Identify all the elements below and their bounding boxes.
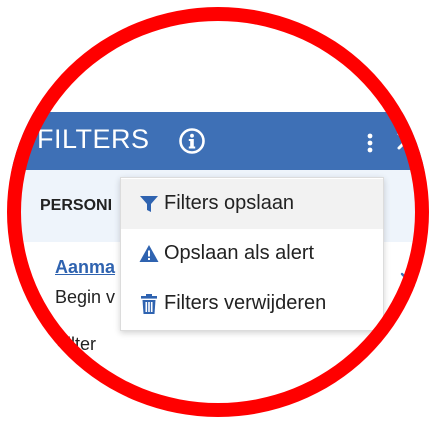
filters-dropdown-menu: Filters opslaan Opslaan als alert Filter…	[120, 177, 384, 331]
menu-item-delete-filters[interactable]: Filters verwijderen	[121, 279, 383, 329]
filter-label: Filter	[56, 334, 96, 354]
magnified-region: FILTERS PERSONI Aanma Begin v Filter Fil…	[7, 7, 429, 417]
screenshot-frame: FILTERS PERSONI Aanma Begin v Filter Fil…	[0, 0, 438, 428]
close-icon[interactable]	[394, 129, 418, 153]
panel-title: FILTERS	[37, 124, 150, 154]
menu-item-save-filters[interactable]: Filters opslaan	[121, 179, 383, 229]
filter-funnel-icon	[140, 196, 158, 212]
filters-panel-header: FILTERS	[7, 112, 429, 170]
filter-item-description: Begin v	[55, 287, 116, 307]
section-title: PERSONI	[40, 197, 113, 214]
trash-icon	[141, 294, 157, 314]
remove-filter-icon[interactable]	[398, 270, 418, 290]
menu-item-save-as-alert[interactable]: Opslaan als alert	[121, 229, 383, 279]
menu-item-label: Opslaan als alert	[164, 242, 315, 264]
filter-item-link[interactable]: Aanma	[55, 257, 115, 278]
info-icon[interactable]	[178, 127, 206, 155]
menu-item-label: Filters verwijderen	[164, 292, 327, 314]
warning-triangle-icon	[139, 245, 159, 262]
menu-item-label: Filters opslaan	[164, 192, 295, 214]
kebab-menu-icon[interactable]	[361, 132, 379, 154]
